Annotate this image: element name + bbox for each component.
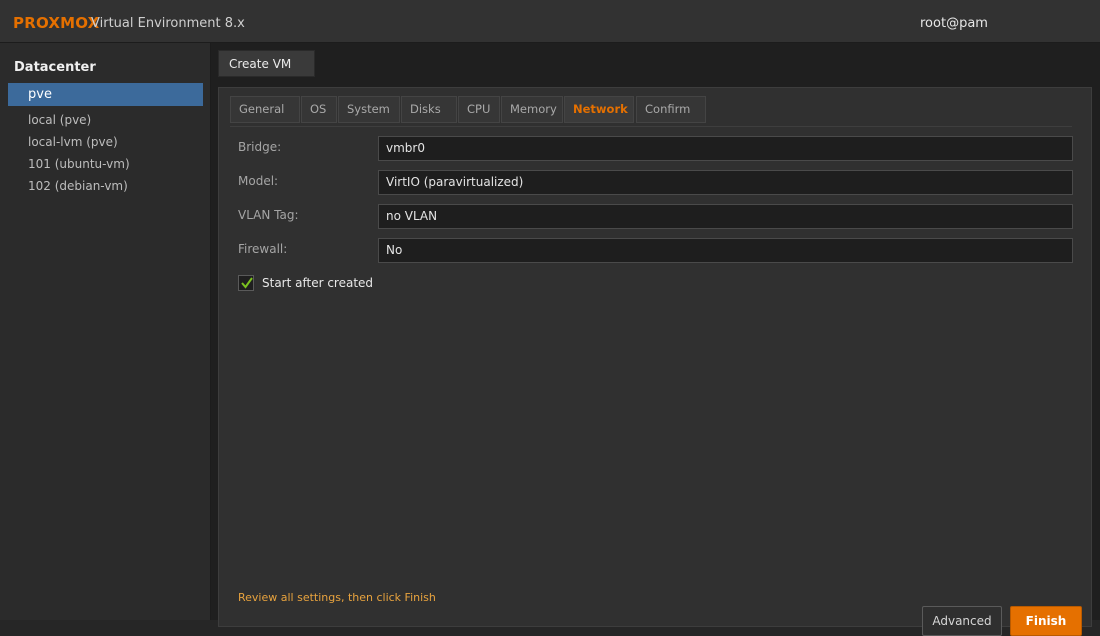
check-icon [241, 277, 253, 289]
wizard-hint: Review all settings, then click Finish [238, 591, 436, 604]
model-label: Model: [238, 174, 279, 188]
vlan-tag-field[interactable]: no VLAN [378, 204, 1073, 229]
advanced-button[interactable]: Advanced [922, 606, 1002, 636]
tab-disks[interactable]: Disks [401, 96, 457, 123]
tab-network[interactable]: Network [564, 96, 634, 123]
tab-memory[interactable]: Memory [501, 96, 563, 123]
sidebar-title: Datacenter [14, 60, 96, 75]
start-after-created-label: Start after created [262, 276, 374, 290]
create-vm-tab[interactable]: Create VM [218, 50, 315, 77]
content-area: Create VM General OS System Disks CPU Me… [211, 43, 1100, 636]
bridge-label: Bridge: [238, 140, 282, 154]
bridge-field[interactable]: vmbr0 [378, 136, 1073, 161]
finish-button[interactable]: Finish [1010, 606, 1082, 636]
resource-tree: Datacenter pve local (pve) local-lvm (pv… [0, 43, 211, 620]
firewall-field[interactable]: No [378, 238, 1073, 263]
sidebar-item-vm-102[interactable]: 102 (debian-vm) [8, 175, 203, 197]
wizard-tabs: General OS System Disks CPU Memory Netwo… [230, 96, 1072, 127]
tab-confirm[interactable]: Confirm [636, 96, 706, 123]
tab-os[interactable]: OS [301, 96, 337, 123]
top-bar: PROXMOX Virtual Environment 8.x root@pam [0, 0, 1100, 43]
vlan-tag-label: VLAN Tag: [238, 208, 299, 222]
create-vm-wizard: General OS System Disks CPU Memory Netwo… [218, 87, 1092, 636]
sidebar-item-pve[interactable]: pve [8, 83, 203, 106]
sidebar-item-vm-101[interactable]: 101 (ubuntu-vm) [8, 153, 203, 175]
sidebar-item-local[interactable]: local (pve) [8, 109, 203, 131]
firewall-label: Firewall: [238, 242, 288, 256]
model-field[interactable]: VirtIO (paravirtualized) [378, 170, 1073, 195]
start-after-created-checkbox[interactable] [238, 275, 254, 291]
sidebar-item-local-lvm[interactable]: local-lvm (pve) [8, 131, 203, 153]
tab-general[interactable]: General [230, 96, 300, 123]
tab-system[interactable]: System [338, 96, 400, 123]
tab-cpu[interactable]: CPU [458, 96, 500, 123]
user-menu[interactable]: root@pam [920, 16, 988, 31]
product-name: Virtual Environment 8.x [91, 16, 245, 31]
brand-logo: PROXMOX [13, 14, 100, 32]
